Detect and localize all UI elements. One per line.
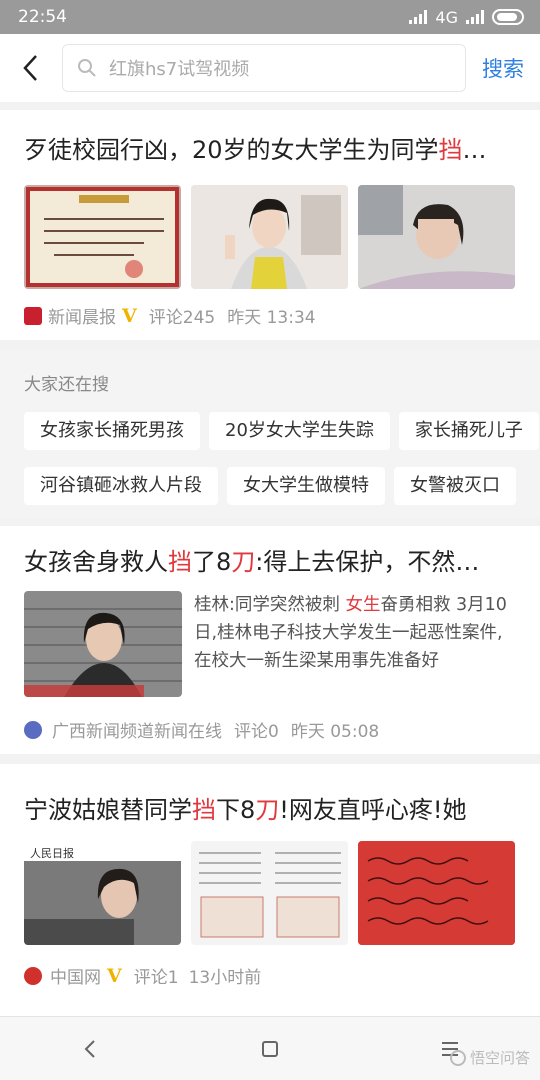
back-icon xyxy=(23,55,37,81)
watermark-logo-icon xyxy=(449,1049,466,1066)
title-text: !网友直呼心疼!她 xyxy=(279,796,467,824)
status-icons: 4G xyxy=(409,8,524,27)
source-name: 新闻晨报 xyxy=(48,308,116,328)
summary-text: 桂林:同学突然被刺 xyxy=(194,595,346,615)
article-meta: 中国网 V 评论1 13小时前 xyxy=(0,963,540,988)
publish-time: 昨天 05:08 xyxy=(290,722,380,742)
related-searches-title: 大家还在搜 xyxy=(24,375,109,395)
verified-badge: V xyxy=(122,304,137,327)
nav-home-button[interactable] xyxy=(240,1019,300,1079)
system-nav-bar: 悟空问答 xyxy=(0,1016,540,1080)
title-highlight: 挡 xyxy=(192,796,216,824)
title-text: 宁波姑娘替同学 xyxy=(24,796,192,824)
status-bar: 22:54 4G xyxy=(0,0,540,34)
title-highlight: 挡 xyxy=(168,548,192,576)
back-button[interactable] xyxy=(0,34,62,102)
article-thumbnail[interactable] xyxy=(24,185,181,289)
nav-back-button[interactable] xyxy=(60,1019,120,1079)
search-input[interactable]: 红旗hs7试驾视频 xyxy=(62,44,466,92)
article-thumbnail[interactable] xyxy=(191,841,348,945)
verified-badge: V xyxy=(107,964,122,987)
search-chip[interactable]: 20岁女大学生失踪 xyxy=(209,412,390,450)
article-title[interactable]: 女孩舍身救人挡了8刀:得上去保护，不然… xyxy=(0,526,540,577)
status-time: 22:54 xyxy=(18,7,67,27)
comment-count: 评论1 xyxy=(133,968,179,988)
source-name: 中国网 xyxy=(50,968,101,988)
source-logo-icon xyxy=(24,306,42,325)
comment-count: 评论245 xyxy=(148,308,216,328)
chip-row-1: 女孩家长捅死男孩 20岁女大学生失踪 家长捅死儿子 xyxy=(24,412,540,450)
battery-icon xyxy=(492,9,524,25)
article-card-1[interactable]: 歹徒校园行凶，20岁的女大学生为同学挡… 新闻晨报 V 评论245 昨天 13:… xyxy=(0,110,540,340)
article-card-3[interactable]: 宁波姑娘替同学挡下8刀!网友直呼心疼!她 人民日报 中国网 V 评论1 13小时… xyxy=(0,764,540,1016)
watermark: 悟空问答 xyxy=(449,1047,530,1068)
title-text: 下8 xyxy=(216,796,256,824)
article-thumbnail[interactable] xyxy=(24,591,182,697)
search-placeholder: 红旗hs7试驾视频 xyxy=(109,59,250,80)
title-text: 了8 xyxy=(192,548,232,576)
search-chip[interactable]: 河谷镇砸冰救人片段 xyxy=(24,467,218,505)
summary-highlight: 女生 xyxy=(345,595,381,615)
source-logo-icon xyxy=(24,720,42,739)
title-ellipsis: … xyxy=(462,136,487,164)
search-button[interactable]: 搜索 xyxy=(482,53,524,83)
search-icon xyxy=(78,59,96,77)
search-header: 红旗hs7试驾视频 搜索 xyxy=(0,34,540,102)
article-summary: 桂林:同学突然被刺 女生奋勇相救 3月10日,桂林电子科技大学发生一起恶性案件,… xyxy=(194,591,516,697)
article-thumbnail[interactable] xyxy=(358,841,515,945)
search-chip[interactable]: 家长捅死儿子 xyxy=(398,412,539,450)
search-chip[interactable]: 女警被灭口 xyxy=(394,467,516,505)
article-title[interactable]: 宁波姑娘替同学挡下8刀!网友直呼心疼!她 xyxy=(0,764,540,825)
related-searches: 大家还在搜 女孩家长捅死男孩 20岁女大学生失踪 家长捅死儿子 河谷镇砸冰救人片段女… xyxy=(0,350,540,518)
article-thumbnail[interactable]: 人民日报 xyxy=(24,841,181,945)
source-name: 广西新闻频道新闻在线 xyxy=(52,722,222,742)
signal-icon-2 xyxy=(466,10,484,24)
title-text: :得上去保护，不然… xyxy=(255,548,480,576)
nav-home-icon xyxy=(262,1040,278,1057)
watermark-text: 悟空问答 xyxy=(469,1049,530,1067)
publish-time: 昨天 13:34 xyxy=(227,308,316,328)
title-highlight: 刀 xyxy=(255,796,280,824)
search-chip[interactable]: 女大学生做模特 xyxy=(227,467,385,505)
article-thumbnail[interactable] xyxy=(358,185,515,289)
title-text: 歹徒校园行凶，20岁的女大学生为同学 xyxy=(24,136,439,164)
article-card-2[interactable]: 女孩舍身救人挡了8刀:得上去保护，不然… 桂林:同学突然被刺 女生奋勇相救 3月… xyxy=(0,526,540,754)
article-title[interactable]: 歹徒校园行凶，20岁的女大学生为同学挡… xyxy=(0,110,540,165)
signal-icon xyxy=(409,10,428,24)
publish-time: 13小时前 xyxy=(188,968,262,988)
title-highlight: 挡 xyxy=(438,136,463,164)
network-label: 4G xyxy=(435,7,458,27)
comment-count: 评论0 xyxy=(234,722,279,742)
chip-row-2: 河谷镇砸冰救人片段 女大学生做模特 女警被灭口 xyxy=(24,467,525,505)
source-logo-icon xyxy=(24,966,42,985)
nav-back-icon xyxy=(84,1039,95,1058)
article-meta: 新闻晨报 V 评论245 昨天 13:34 xyxy=(0,303,540,328)
article-meta: 广西新闻频道新闻在线 评论0 昨天 05:08 xyxy=(0,717,540,742)
title-text: 女孩舍身救人 xyxy=(24,548,168,576)
search-chip[interactable]: 女孩家长捅死男孩 xyxy=(24,412,200,450)
article-thumbnail[interactable] xyxy=(191,185,348,289)
title-highlight: 刀 xyxy=(231,548,256,576)
